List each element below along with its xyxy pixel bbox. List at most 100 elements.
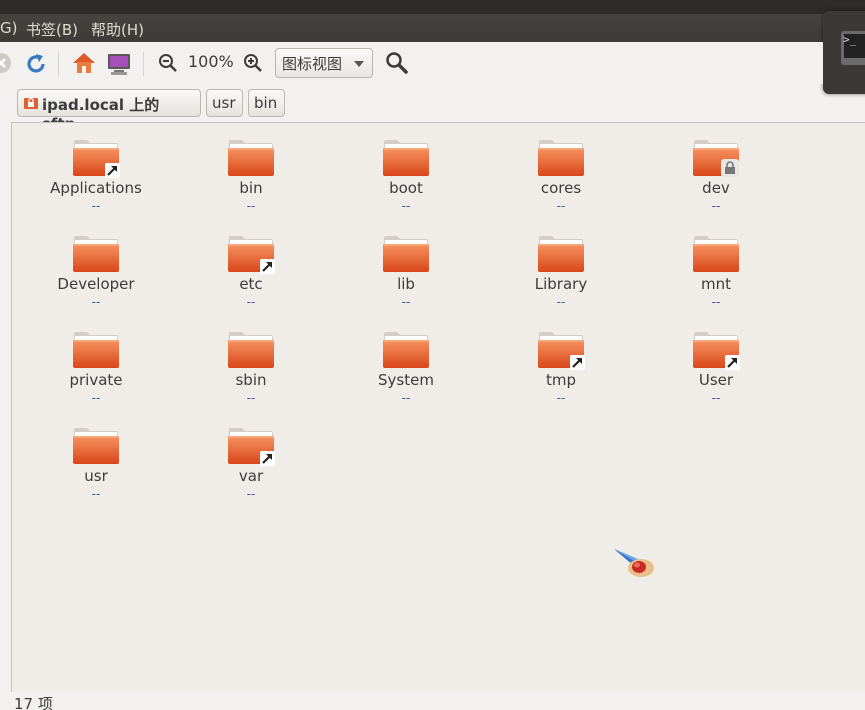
- pathbar-crumb-label: usr: [212, 94, 236, 112]
- file-item[interactable]: cores --: [496, 138, 626, 213]
- symlink-icon: [260, 451, 275, 466]
- file-size: --: [246, 487, 256, 501]
- computer-icon: [108, 54, 130, 75]
- pathbar-crumb-bin[interactable]: bin: [248, 89, 285, 117]
- file-size: --: [556, 391, 566, 405]
- file-name: Developer: [57, 275, 135, 293]
- file-item[interactable]: Developer --: [31, 234, 161, 309]
- lock-icon: [721, 159, 739, 177]
- menu-item-bookmarks[interactable]: 书签(B): [26, 19, 78, 40]
- file-name: User: [698, 371, 734, 389]
- file-name: sbin: [235, 371, 267, 389]
- file-item[interactable]: User --: [651, 330, 781, 405]
- file-name: mnt: [701, 275, 731, 293]
- folder-icon: [692, 330, 740, 370]
- folder-icon: [72, 426, 120, 466]
- stop-button[interactable]: [0, 52, 12, 74]
- reload-button[interactable]: [23, 51, 49, 77]
- file-name: dev: [702, 179, 730, 197]
- symlink-icon: [725, 355, 740, 370]
- folder-icon: [72, 330, 120, 370]
- file-size: --: [401, 295, 411, 309]
- sidebar-collapsed-edge[interactable]: [0, 122, 12, 692]
- zoom-out-button[interactable]: [157, 52, 179, 74]
- file-item[interactable]: lib --: [341, 234, 471, 309]
- file-item[interactable]: tmp --: [496, 330, 626, 405]
- folder-icon: [72, 234, 120, 274]
- file-view[interactable]: Applications -- bin -- boot -- cores -- dev -- Dev…: [12, 122, 865, 692]
- file-size: --: [556, 199, 566, 213]
- file-size: --: [401, 391, 411, 405]
- item-count: 17 项: [14, 695, 53, 710]
- file-size: --: [711, 391, 721, 405]
- folder-icon: [537, 330, 585, 370]
- file-item[interactable]: Library --: [496, 234, 626, 309]
- file-item[interactable]: private --: [31, 330, 161, 405]
- file-name: cores: [540, 179, 582, 197]
- terminal-icon: >_: [841, 31, 865, 65]
- folder-icon: [537, 234, 585, 274]
- file-name: System: [378, 371, 434, 389]
- file-size: --: [91, 391, 101, 405]
- symlink-icon: [570, 355, 585, 370]
- search-icon: [386, 52, 408, 74]
- file-size: --: [91, 199, 101, 213]
- terminal-launcher[interactable]: >_: [823, 11, 865, 94]
- file-item[interactable]: bin --: [186, 138, 316, 213]
- file-name: boot: [389, 179, 423, 197]
- chevron-down-icon: [354, 61, 364, 67]
- symlink-icon: [105, 163, 120, 178]
- view-mode-select[interactable]: 图标视图: [275, 48, 373, 78]
- menu-item-go[interactable]: G): [0, 19, 17, 37]
- zoom-in-button[interactable]: [242, 52, 264, 74]
- folder-icon: [692, 138, 740, 178]
- zoom-level: 100%: [188, 52, 234, 71]
- file-name: usr: [84, 467, 108, 485]
- folder-icon: [227, 138, 275, 178]
- folder-icon: [227, 234, 275, 274]
- file-item[interactable]: sbin --: [186, 330, 316, 405]
- statusbar: 17 项: [0, 692, 865, 710]
- file-size: --: [246, 199, 256, 213]
- file-item[interactable]: usr --: [31, 426, 161, 501]
- window-top-edge: [0, 0, 865, 14]
- file-size: --: [401, 199, 411, 213]
- file-item[interactable]: dev --: [651, 138, 781, 213]
- view-mode-label: 图标视图: [282, 55, 343, 73]
- file-name: Applications: [50, 179, 142, 197]
- menubar: G) 书签(B) 帮助(H): [0, 0, 865, 42]
- file-size: --: [91, 487, 101, 501]
- file-size: --: [711, 295, 721, 309]
- file-name: lib: [397, 275, 415, 293]
- file-name: bin: [239, 179, 263, 197]
- file-item[interactable]: Applications --: [31, 138, 161, 213]
- file-name: Library: [534, 275, 588, 293]
- file-item[interactable]: mnt --: [651, 234, 781, 309]
- file-name: var: [238, 467, 264, 485]
- file-name: etc: [239, 275, 263, 293]
- file-item[interactable]: etc --: [186, 234, 316, 309]
- file-item[interactable]: boot --: [341, 138, 471, 213]
- file-size: --: [246, 391, 256, 405]
- reload-icon: [27, 54, 45, 73]
- file-size: --: [711, 199, 721, 213]
- file-size: --: [556, 295, 566, 309]
- remote-folder-icon: [24, 97, 38, 109]
- mouse-cursor-icon: [614, 549, 654, 577]
- file-item[interactable]: System --: [341, 330, 471, 405]
- home-button[interactable]: [71, 50, 97, 76]
- computer-button[interactable]: [106, 51, 132, 77]
- pathbar-crumb-usr[interactable]: usr: [206, 89, 243, 117]
- file-item[interactable]: var --: [186, 426, 316, 501]
- symlink-icon: [260, 259, 275, 274]
- search-button[interactable]: [384, 50, 410, 76]
- file-size: --: [246, 295, 256, 309]
- menu-item-help[interactable]: 帮助(H): [91, 19, 144, 40]
- pathbar-crumb-sftp[interactable]: ipad.local 上的 sftp: [17, 89, 201, 133]
- folder-icon: [72, 138, 120, 178]
- home-icon: [73, 53, 95, 73]
- folder-icon: [227, 330, 275, 370]
- toolbar: [0, 42, 823, 84]
- folder-icon: [537, 138, 585, 178]
- folder-icon: [382, 138, 430, 178]
